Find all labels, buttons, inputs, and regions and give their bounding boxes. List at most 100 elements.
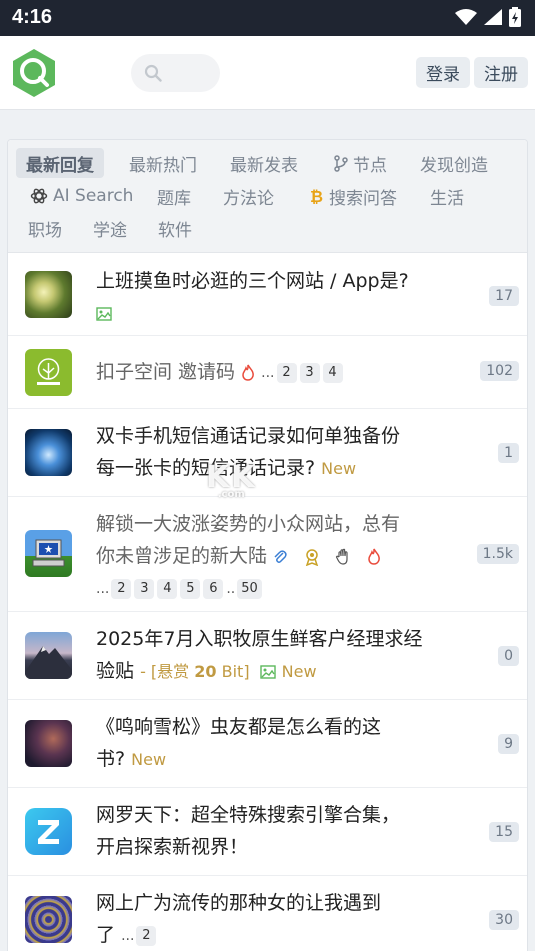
- tab-study[interactable]: 学途: [93, 213, 127, 243]
- tab-label: 软件: [158, 220, 192, 241]
- site-logo[interactable]: [10, 48, 58, 98]
- page-ellipsis: ..: [226, 580, 236, 597]
- tree-logo-icon: [37, 358, 60, 385]
- new-badge: New: [321, 459, 357, 478]
- search-input[interactable]: [169, 62, 213, 84]
- bitcoin-icon: ₿: [310, 187, 324, 205]
- tab-hot[interactable]: 最新热门: [129, 148, 197, 178]
- tab-question-bank[interactable]: 题库: [157, 181, 191, 211]
- tab-label: 学途: [93, 220, 127, 241]
- topic-title[interactable]: 扣子空间 邀请码 ... 2 3 4: [96, 356, 446, 389]
- svg-text:₿: ₿: [310, 187, 323, 205]
- tab-bar: 最新回复 最新热门 最新发表 节点 发现创造 AI Search 题库 方法论 …: [8, 140, 527, 253]
- page-link[interactable]: 2: [111, 578, 132, 599]
- topic-title-text[interactable]: 2025年7月入职牧原生鲜客户经理求经: [96, 628, 422, 650]
- page-link[interactable]: 5: [180, 578, 201, 599]
- topic-row[interactable]: 上班摸鱼时必逛的三个网站 / App是? 17: [8, 254, 527, 336]
- avatar[interactable]: [25, 632, 72, 679]
- topic-title-text[interactable]: 上班摸鱼时必逛的三个网站 / App是?: [96, 270, 409, 292]
- page-ellipsis: ...: [121, 927, 135, 944]
- page-link[interactable]: 4: [157, 578, 178, 599]
- reply-count[interactable]: 30: [489, 910, 519, 930]
- page-link[interactable]: 2: [276, 362, 297, 383]
- topic-title-text[interactable]: 网上广为流传的那种女的让我遇到: [96, 892, 381, 914]
- page-link[interactable]: 3: [134, 578, 155, 599]
- reply-count[interactable]: 17: [489, 286, 519, 306]
- topic-panel: 最新回复 最新热门 最新发表 节点 发现创造 AI Search 题库 方法论 …: [7, 139, 528, 951]
- tab-label: 最新发表: [230, 155, 298, 176]
- top-bar: 登录 注册: [0, 36, 535, 110]
- avatar[interactable]: [25, 271, 72, 318]
- search-icon: [144, 64, 162, 82]
- topic-row[interactable]: 扣子空间 邀请码 ... 2 3 4 102: [8, 336, 527, 409]
- login-button[interactable]: 登录: [416, 57, 470, 88]
- new-badge: New: [131, 750, 167, 769]
- tab-label: 职场: [28, 220, 62, 241]
- tab-new-posts[interactable]: 最新发表: [230, 148, 298, 178]
- avatar[interactable]: [25, 808, 72, 855]
- tab-workplace[interactable]: 职场: [28, 213, 62, 243]
- page-link[interactable]: 6: [203, 578, 224, 599]
- topic-title-text[interactable]: 《鸣响雪松》虫友都是怎么看的这: [96, 716, 381, 738]
- topic-title-text[interactable]: 书?: [96, 748, 125, 770]
- topic-row[interactable]: 双卡手机短信通话记录如何单独备份 每一张卡的短信通话记录? New 1: [8, 409, 527, 497]
- topic-title[interactable]: 双卡手机短信通话记录如何单独备份 每一张卡的短信通话记录? New: [96, 420, 446, 485]
- topic-title[interactable]: 解锁一大波涨姿势的小众网站，总有 你未曾涉足的新大陆 ... 2 3 4 5 6.. 50: [96, 508, 456, 605]
- tab-methodology[interactable]: 方法论: [223, 181, 274, 211]
- avatar[interactable]: [25, 530, 72, 577]
- tab-software[interactable]: 软件: [158, 213, 192, 243]
- topic-title-text[interactable]: 扣子空间 邀请码: [96, 361, 235, 383]
- avatar[interactable]: [25, 429, 72, 476]
- page-link[interactable]: 3: [299, 362, 320, 383]
- reply-count[interactable]: 9: [498, 734, 519, 754]
- avatar[interactable]: [25, 896, 72, 943]
- tab-discover[interactable]: 发现创造: [420, 148, 488, 178]
- topic-row[interactable]: 网上广为流传的那种女的让我遇到 了 ... 2 30: [8, 876, 527, 951]
- status-bar: 4:16: [0, 0, 535, 36]
- reply-count[interactable]: 15: [489, 822, 519, 842]
- fire-icon: [242, 364, 254, 381]
- wifi-icon: [455, 9, 477, 25]
- mountain-icon: [25, 646, 72, 679]
- topic-title-text[interactable]: 每一张卡的短信通话记录?: [96, 457, 315, 479]
- register-button[interactable]: 注册: [474, 57, 528, 88]
- computer-icon: [32, 539, 65, 567]
- page-ellipsis: ...: [96, 580, 110, 597]
- topic-row[interactable]: 网罗天下：超全特殊搜索引擎合集， 开启探索新视界！ 15: [8, 788, 527, 876]
- topic-title[interactable]: 上班摸鱼时必逛的三个网站 / App是?: [96, 265, 446, 329]
- reply-count[interactable]: 0: [498, 646, 519, 666]
- topic-title[interactable]: 《鸣响雪松》虫友都是怎么看的这 书? New: [96, 711, 446, 776]
- avatar[interactable]: [25, 720, 72, 767]
- topic-title-text[interactable]: 网罗天下：超全特殊搜索引擎合集，: [96, 804, 400, 826]
- topic-row[interactable]: 2025年7月入职牧原生鲜客户经理求经 验贴 - [悬赏 20 Bit] New…: [8, 612, 527, 700]
- topic-title-text[interactable]: 了: [96, 924, 115, 946]
- topic-title-text[interactable]: 你未曾涉足的新大陆: [96, 545, 267, 567]
- topic-row[interactable]: 解锁一大波涨姿势的小众网站，总有 你未曾涉足的新大陆 ... 2 3 4 5 6.. 50 …: [8, 497, 527, 612]
- reply-count[interactable]: 102: [480, 361, 519, 381]
- page-link[interactable]: 50: [237, 578, 262, 599]
- signal-icon: [484, 9, 502, 25]
- tab-latest-replies[interactable]: 最新回复: [16, 148, 104, 178]
- reply-count[interactable]: 1: [498, 443, 519, 463]
- topic-title-text[interactable]: 验贴: [96, 660, 134, 682]
- new-badge: New: [281, 662, 317, 681]
- topic-title[interactable]: 网罗天下：超全特殊搜索引擎合集， 开启探索新视界！: [96, 799, 446, 863]
- tab-life[interactable]: 生活: [430, 181, 464, 211]
- topic-title[interactable]: 网上广为流传的那种女的让我遇到 了 ... 2: [96, 887, 446, 951]
- search-box[interactable]: [131, 54, 220, 92]
- tab-search-qa[interactable]: ₿ 搜索问答: [310, 181, 397, 211]
- topic-title-text[interactable]: 双卡手机短信通话记录如何单独备份: [96, 425, 400, 447]
- tab-label: 生活: [430, 188, 464, 209]
- page-link[interactable]: 2: [136, 925, 157, 946]
- tab-ai-search[interactable]: AI Search: [30, 181, 133, 211]
- topic-title-text[interactable]: 开启探索新视界！: [96, 836, 248, 858]
- topic-row[interactable]: 《鸣响雪松》虫友都是怎么看的这 书? New 9: [8, 700, 527, 788]
- tab-nodes[interactable]: 节点: [334, 148, 387, 178]
- topic-title[interactable]: 2025年7月入职牧原生鲜客户经理求经 验贴 - [悬赏 20 Bit] New: [96, 623, 456, 688]
- topic-title-text[interactable]: 解锁一大波涨姿势的小众网站，总有: [96, 513, 400, 535]
- tab-label: 发现创造: [420, 155, 488, 176]
- reply-count[interactable]: 1.5k: [476, 544, 519, 564]
- status-time: 4:16: [12, 6, 53, 28]
- avatar[interactable]: [25, 349, 72, 396]
- page-link[interactable]: 4: [322, 362, 343, 383]
